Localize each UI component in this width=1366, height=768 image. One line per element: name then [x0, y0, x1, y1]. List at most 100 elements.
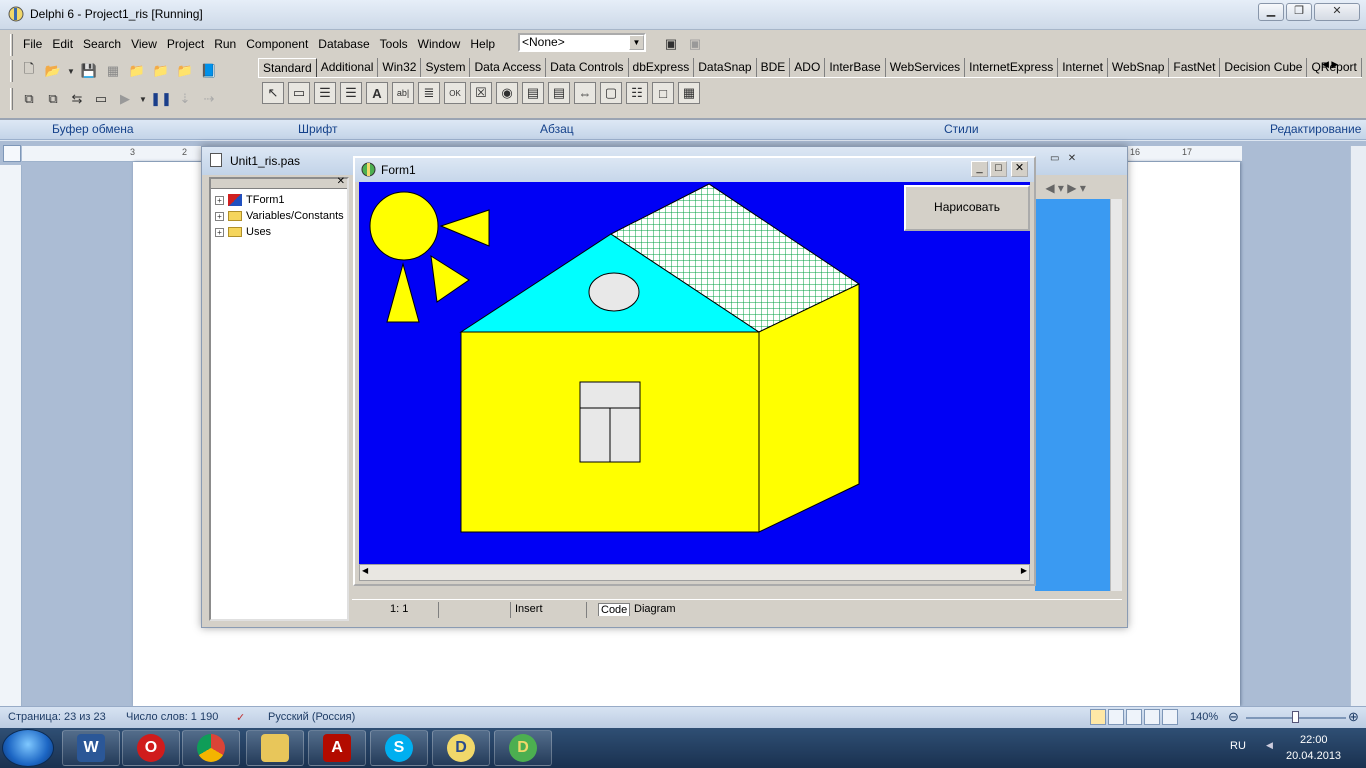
- groupbox-icon[interactable]: ▢: [600, 82, 622, 104]
- minimize-button[interactable]: ▁: [1258, 3, 1284, 21]
- tab-datasnap[interactable]: DataSnap: [694, 58, 757, 77]
- scroll-left-icon[interactable]: ◀: [362, 566, 368, 575]
- tab-data-access[interactable]: Data Access: [470, 58, 547, 77]
- unit-window-buttons[interactable]: ▭ ✕: [1050, 153, 1076, 164]
- ribbon-group-styles[interactable]: Стили: [944, 122, 979, 136]
- ribbon-group-paragraph[interactable]: Абзац: [540, 122, 574, 136]
- zoom-in-icon[interactable]: ⊕: [1348, 709, 1359, 725]
- expand-icon[interactable]: +: [215, 211, 224, 221]
- actionlist-icon[interactable]: ▦: [678, 82, 700, 104]
- palette-scroll-arrows[interactable]: ◀ ▶: [1322, 59, 1338, 70]
- menu-run[interactable]: Run: [209, 34, 241, 56]
- button-icon[interactable]: OK: [444, 82, 466, 104]
- taskbar-skype[interactable]: S: [370, 730, 428, 766]
- zoom-slider-thumb[interactable]: [1292, 711, 1299, 723]
- word-count[interactable]: Число слов: 1 190: [126, 711, 218, 723]
- menu-project[interactable]: Project: [162, 34, 209, 56]
- taskbar-word[interactable]: W: [62, 730, 120, 766]
- print-layout-icon[interactable]: [1090, 709, 1106, 725]
- form-maximize-button[interactable]: □: [990, 161, 1007, 177]
- web-layout-icon[interactable]: [1126, 709, 1142, 725]
- ribbon-group-editing[interactable]: Редактирование: [1270, 122, 1361, 136]
- add-to-project-icon[interactable]: 📁: [150, 60, 172, 82]
- form1-title-bar[interactable]: Form1 _ □ ✕: [355, 158, 1034, 182]
- page-count[interactable]: Страница: 23 из 23: [8, 711, 106, 723]
- save-icon[interactable]: 💾: [78, 60, 100, 82]
- scrollbar-icon[interactable]: ⇔: [574, 82, 596, 104]
- taskbar-chrome[interactable]: [182, 730, 240, 766]
- tab-dbexpress[interactable]: dbExpress: [629, 58, 695, 77]
- tab-diagram[interactable]: Diagram: [634, 603, 676, 615]
- start-button[interactable]: [2, 729, 54, 767]
- tab-interbase[interactable]: InterBase: [825, 58, 886, 77]
- debug-desktop-icon[interactable]: ▣: [684, 33, 706, 55]
- view-unit-icon[interactable]: ⧉: [18, 88, 40, 110]
- taskbar-explorer[interactable]: [246, 730, 304, 766]
- open-project-icon[interactable]: 📁: [126, 60, 148, 82]
- delphi-title-bar[interactable]: Delphi 6 - Project1_ris [Running] ▁ ❐ ✕: [0, 0, 1366, 30]
- scroll-right-icon[interactable]: ▶: [1021, 566, 1027, 575]
- input-language[interactable]: RU: [1230, 740, 1246, 752]
- checkbox-icon[interactable]: ☒: [470, 82, 492, 104]
- tab-stop-selector[interactable]: [3, 145, 21, 162]
- tab-ado[interactable]: ADO: [790, 58, 826, 77]
- tree-item-tform1[interactable]: + TForm1: [215, 194, 285, 206]
- full-screen-icon[interactable]: [1108, 709, 1124, 725]
- form1-window[interactable]: Form1 _ □ ✕ Нарисовать ◀ ▶: [353, 156, 1036, 586]
- frame-icon[interactable]: ▭: [288, 82, 310, 104]
- tab-websnap[interactable]: WebSnap: [1108, 58, 1170, 77]
- taskbar-delphi[interactable]: D: [432, 730, 490, 766]
- taskbar-delphi-project[interactable]: D: [494, 730, 552, 766]
- chevron-down-icon[interactable]: ▼: [66, 60, 76, 82]
- form-minimize-button[interactable]: _: [971, 161, 988, 177]
- step-over-icon[interactable]: ⇢: [198, 88, 220, 110]
- form-horizontal-scrollbar[interactable]: ◀ ▶: [359, 564, 1030, 581]
- editor-vertical-scrollbar[interactable]: [1110, 199, 1122, 591]
- tray-expand-icon[interactable]: ◀: [1266, 740, 1273, 751]
- menu-database[interactable]: Database: [313, 34, 374, 56]
- form-close-button[interactable]: ✕: [1011, 161, 1028, 177]
- menu-tools[interactable]: Tools: [375, 34, 413, 56]
- chevron-down-icon[interactable]: ▼: [138, 88, 148, 110]
- word-vertical-scrollbar[interactable]: [1350, 146, 1366, 706]
- maximize-button[interactable]: ❐: [1286, 3, 1312, 21]
- taskbar-opera[interactable]: O: [122, 730, 180, 766]
- code-explorer-header[interactable]: ✕: [211, 176, 347, 189]
- tab-additional[interactable]: Additional: [317, 58, 379, 77]
- expand-icon[interactable]: +: [215, 227, 224, 237]
- outline-icon[interactable]: [1144, 709, 1160, 725]
- menu-edit[interactable]: Edit: [47, 34, 78, 56]
- tab-webservices[interactable]: WebServices: [886, 58, 966, 77]
- save-desktop-icon[interactable]: ▣: [660, 33, 682, 55]
- menu-component[interactable]: Component: [241, 34, 313, 56]
- open-icon[interactable]: 📂: [42, 60, 64, 82]
- vertical-ruler[interactable]: [0, 165, 22, 706]
- panel-icon[interactable]: □: [652, 82, 674, 104]
- new-form-icon[interactable]: ▭: [90, 88, 112, 110]
- spellcheck-icon[interactable]: ✓: [236, 711, 245, 724]
- tab-internetexpress[interactable]: InternetExpress: [965, 58, 1059, 77]
- navigation-arrows[interactable]: ◀ ▾ ▶ ▾: [1042, 181, 1120, 199]
- ribbon-group-clipboard[interactable]: Буфер обмена: [52, 122, 134, 136]
- clock-date[interactable]: 20.04.2013: [1286, 750, 1341, 762]
- toggle-form-unit-icon[interactable]: ⇆: [66, 88, 88, 110]
- tree-item-uses[interactable]: + Uses: [215, 226, 271, 238]
- edit-icon[interactable]: ab|: [392, 82, 414, 104]
- label-icon[interactable]: A: [366, 82, 388, 104]
- pointer-icon[interactable]: ↖: [262, 82, 284, 104]
- draft-icon[interactable]: [1162, 709, 1178, 725]
- toolbar-grip[interactable]: [10, 88, 13, 110]
- run-icon[interactable]: ▶: [114, 88, 136, 110]
- close-button[interactable]: ✕: [1314, 3, 1360, 21]
- radiogroup-icon[interactable]: ☷: [626, 82, 648, 104]
- tree-item-variables[interactable]: + Variables/Constants: [215, 210, 344, 222]
- tab-fastnet[interactable]: FastNet: [1169, 58, 1221, 77]
- toolbar-grip[interactable]: [10, 34, 13, 56]
- zoom-out-icon[interactable]: ⊖: [1228, 709, 1239, 725]
- tab-system[interactable]: System: [421, 58, 471, 77]
- menu-view[interactable]: View: [126, 34, 162, 56]
- menu-search[interactable]: Search: [78, 34, 126, 56]
- popup-menu-icon[interactable]: ☰: [340, 82, 362, 104]
- tab-decision-cube[interactable]: Decision Cube: [1220, 58, 1308, 77]
- combobox-icon[interactable]: ▤: [548, 82, 570, 104]
